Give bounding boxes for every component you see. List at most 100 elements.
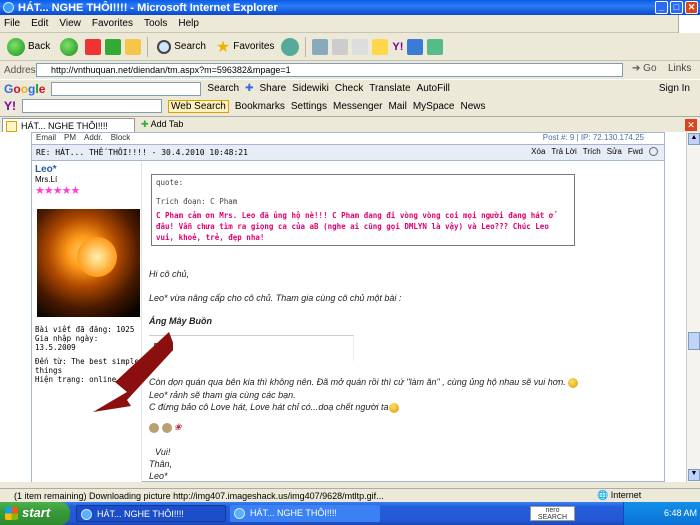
block-link[interactable]: Block bbox=[111, 133, 131, 144]
quote-link[interactable]: Trích bbox=[583, 147, 601, 156]
menu-bar: File Edit View Favorites Tools Help bbox=[0, 15, 700, 33]
links-button[interactable]: Links bbox=[668, 63, 691, 74]
vertical-scrollbar[interactable]: ▲ ▼ bbox=[686, 132, 700, 482]
note-icon[interactable] bbox=[372, 38, 389, 55]
menu-help[interactable]: Help bbox=[178, 18, 199, 29]
yahoo-search-input[interactable] bbox=[22, 99, 162, 113]
autofill-button[interactable]: AutoFill bbox=[417, 83, 450, 94]
messenger-button[interactable]: Messenger bbox=[333, 101, 382, 112]
back-button[interactable]: Back bbox=[4, 37, 53, 56]
menu-edit[interactable]: Edit bbox=[31, 18, 48, 29]
favorites-button[interactable]: ★ Favorites bbox=[213, 37, 277, 57]
email-link[interactable]: Email bbox=[36, 133, 56, 144]
start-button[interactable]: start bbox=[0, 502, 70, 525]
search-button[interactable]: Search bbox=[154, 39, 209, 54]
msn-icon[interactable] bbox=[427, 38, 444, 55]
mail-icon[interactable] bbox=[312, 38, 329, 55]
smiley-icon bbox=[388, 402, 399, 413]
bookmarks-button[interactable]: Bookmarks bbox=[235, 101, 285, 112]
windows-flag-icon bbox=[5, 507, 18, 520]
quote-text: C Pham cảm ơn Mrs. Leo đã ủng hộ nè!!! C… bbox=[156, 211, 554, 242]
reply-link[interactable]: Trả Lời bbox=[551, 147, 576, 156]
close-tab-icon[interactable]: ✕ bbox=[685, 119, 697, 131]
share-button[interactable]: Share bbox=[259, 83, 286, 94]
settings-button[interactable]: Settings bbox=[291, 101, 327, 112]
home-icon[interactable] bbox=[125, 38, 142, 55]
yahoo-logo: Y! bbox=[4, 99, 16, 113]
internet-zone: 🌐 Internet bbox=[597, 490, 642, 500]
user-rank: Mrs.Lí bbox=[35, 175, 58, 184]
post-line-1: Hi cô chủ, bbox=[149, 269, 190, 279]
post-top-links: Email PM Addr. Block Post #: 9 | IP: 72.… bbox=[32, 133, 664, 144]
forward-button[interactable] bbox=[57, 37, 81, 56]
sign-in-button[interactable]: Sign In bbox=[659, 83, 690, 94]
mail-button[interactable]: Mail bbox=[388, 101, 406, 112]
post-content: quote: Trích đoạn: C Pham C Pham cảm ơn … bbox=[149, 162, 659, 482]
yahoo-icon[interactable]: Y! bbox=[392, 41, 403, 53]
ie-icon bbox=[3, 2, 14, 13]
title-bar: HÁT... NGHE THÔI!!!! - Microsoft Interne… bbox=[0, 0, 700, 15]
sig-line-2: Thân, bbox=[149, 459, 173, 469]
page-icon bbox=[6, 121, 17, 132]
history-icon[interactable] bbox=[281, 37, 300, 56]
quote-box: quote: Trích đoạn: C Pham C Pham cảm ơn … bbox=[151, 174, 575, 246]
go-button[interactable]: ➔ Go bbox=[632, 63, 657, 74]
star-icon: ★ bbox=[215, 38, 231, 56]
stop-icon[interactable] bbox=[85, 38, 102, 55]
status-text: (1 item remaining) Downloading picture h… bbox=[14, 490, 384, 501]
song-title: Áng Mây Buồn bbox=[149, 316, 212, 326]
back-arrow-icon bbox=[7, 37, 25, 56]
taskbar-item-2[interactable]: HÁT... NGHE THÔI!!!! bbox=[230, 505, 380, 522]
forward-link[interactable]: Fwd bbox=[628, 147, 643, 156]
edit-link[interactable]: Sửa bbox=[607, 147, 622, 156]
delete-link[interactable]: Xóa bbox=[531, 147, 545, 156]
pm-link[interactable]: PM bbox=[64, 133, 76, 144]
refresh-icon[interactable] bbox=[105, 38, 122, 55]
add-icon[interactable]: ✚ bbox=[245, 83, 253, 94]
sig-line-1: Vui! bbox=[155, 447, 171, 457]
scroll-down-icon[interactable]: ▼ bbox=[688, 469, 700, 481]
forward-arrow-icon bbox=[60, 37, 79, 56]
edit-icon[interactable] bbox=[352, 38, 369, 55]
add-tab-button[interactable]: ✚ Add Tab bbox=[141, 119, 183, 130]
rank-stars: ★★★★★ bbox=[35, 185, 80, 197]
quote-source: Trích đoạn: C Pham bbox=[156, 197, 238, 206]
refresh-post-icon[interactable] bbox=[649, 147, 658, 156]
web-search-button[interactable]: Web Search bbox=[168, 99, 229, 113]
avatar bbox=[37, 209, 140, 317]
scroll-thumb[interactable] bbox=[688, 332, 700, 350]
menu-tools[interactable]: Tools bbox=[144, 18, 167, 29]
maximize-button[interactable]: □ bbox=[670, 1, 683, 14]
tab-active[interactable]: HÁT... NGHE THÔI!!!! bbox=[2, 118, 135, 133]
menu-favorites[interactable]: Favorites bbox=[92, 18, 133, 29]
post-number: Post #: 9 | IP: 72.130.174.25 bbox=[542, 133, 644, 142]
tab-bar: HÁT... NGHE THÔI!!!! ✚ Add Tab ✕ bbox=[0, 116, 700, 133]
myspace-button[interactable]: MySpace bbox=[413, 101, 455, 112]
sidewiki-button[interactable]: Sidewiki bbox=[292, 83, 329, 94]
menu-view[interactable]: View bbox=[59, 18, 81, 29]
check-button[interactable]: Check bbox=[335, 83, 363, 94]
minimize-button[interactable]: _ bbox=[655, 1, 668, 14]
translate-button[interactable]: Translate bbox=[369, 83, 410, 94]
system-tray: 6:48 AM bbox=[623, 502, 700, 525]
close-button[interactable]: ✕ bbox=[685, 1, 698, 14]
sig-line-3: Leo* bbox=[149, 471, 168, 481]
google-search-input[interactable] bbox=[51, 81, 202, 96]
nero-search-box[interactable]: nero SEARCH bbox=[530, 506, 575, 521]
user-name[interactable]: Leo* bbox=[35, 164, 141, 175]
windows-logo-icon bbox=[678, 15, 700, 33]
menu-file[interactable]: File bbox=[4, 18, 20, 29]
yahoo-toolbar: Y! Web Search Bookmarks Settings Messeng… bbox=[0, 97, 700, 115]
rose-icon: ❀ bbox=[174, 422, 182, 432]
print-icon[interactable] bbox=[332, 38, 349, 55]
scroll-up-icon[interactable]: ▲ bbox=[688, 133, 700, 145]
addr-link[interactable]: Addr. bbox=[84, 133, 103, 144]
clock: 6:48 AM bbox=[664, 508, 698, 518]
moon-icon bbox=[77, 237, 117, 277]
google-search-button[interactable]: Search bbox=[207, 83, 239, 94]
messenger-icon[interactable] bbox=[407, 38, 424, 55]
taskbar-item-1[interactable]: HÁT... NGHE THÔI!!!! bbox=[76, 505, 226, 522]
search-icon bbox=[157, 39, 172, 54]
news-button[interactable]: News bbox=[461, 101, 486, 112]
address-input[interactable]: http://vnthuquan.net/diendan/tm.aspx?m=5… bbox=[36, 63, 623, 77]
